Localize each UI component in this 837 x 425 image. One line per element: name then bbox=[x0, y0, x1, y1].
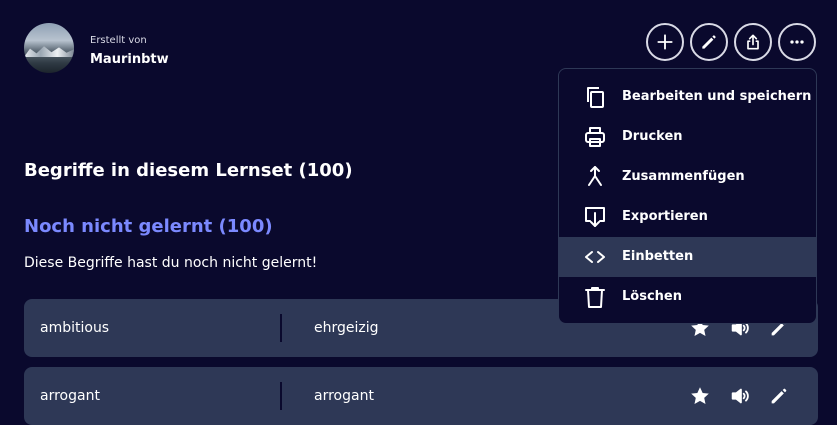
created-by-caption: Erstellt von bbox=[90, 35, 147, 46]
menu-item-label: Einbetten bbox=[622, 249, 694, 264]
menu-item-embed[interactable]: Einbetten bbox=[559, 237, 816, 277]
not-learned-description: Diese Begriffe hast du noch nicht gelern… bbox=[24, 255, 318, 271]
menu-item-label: Löschen bbox=[622, 289, 682, 304]
share-button[interactable] bbox=[734, 23, 772, 61]
more-horizontal-icon bbox=[790, 40, 804, 44]
menu-item-edit-save[interactable]: Bearbeiten und speichern bbox=[559, 77, 816, 117]
not-learned-title: Noch nicht gelernt (100) bbox=[24, 216, 273, 237]
printer-icon bbox=[583, 125, 607, 149]
term-divider bbox=[280, 382, 282, 410]
definition-text: ehrgeizig bbox=[314, 320, 379, 336]
more-button[interactable] bbox=[778, 23, 816, 61]
menu-item-label: Exportieren bbox=[622, 209, 708, 224]
export-icon bbox=[583, 205, 607, 229]
terms-section-title: Begriffe in diesem Lernset (100) bbox=[24, 160, 353, 181]
avatar[interactable] bbox=[24, 23, 74, 73]
term-text: ambitious bbox=[40, 320, 110, 336]
definition-text: arrogant bbox=[314, 388, 374, 404]
term-text: arrogant bbox=[40, 388, 100, 404]
menu-item-label: Drucken bbox=[622, 129, 683, 144]
menu-item-delete[interactable]: Löschen bbox=[559, 277, 816, 317]
code-icon bbox=[583, 245, 607, 269]
menu-item-label: Bearbeiten und speichern bbox=[622, 89, 812, 104]
merge-icon bbox=[583, 165, 607, 189]
edit-button[interactable] bbox=[690, 23, 728, 61]
menu-item-export[interactable]: Exportieren bbox=[559, 197, 816, 237]
trash-icon bbox=[583, 285, 607, 309]
author-name[interactable]: Maurinbtw bbox=[90, 52, 169, 67]
term-row: arrogant arrogant bbox=[24, 367, 818, 425]
menu-item-print[interactable]: Drucken bbox=[559, 117, 816, 157]
add-button[interactable] bbox=[646, 23, 684, 61]
term-divider bbox=[280, 314, 282, 342]
copy-icon bbox=[583, 85, 607, 109]
share-icon bbox=[747, 34, 759, 50]
menu-item-label: Zusammenfügen bbox=[622, 169, 745, 184]
plus-icon bbox=[657, 34, 673, 50]
more-options-menu: Bearbeiten und speichern Drucken Zusamme… bbox=[558, 68, 817, 324]
menu-item-merge[interactable]: Zusammenfügen bbox=[559, 157, 816, 197]
pencil-icon bbox=[702, 35, 716, 49]
